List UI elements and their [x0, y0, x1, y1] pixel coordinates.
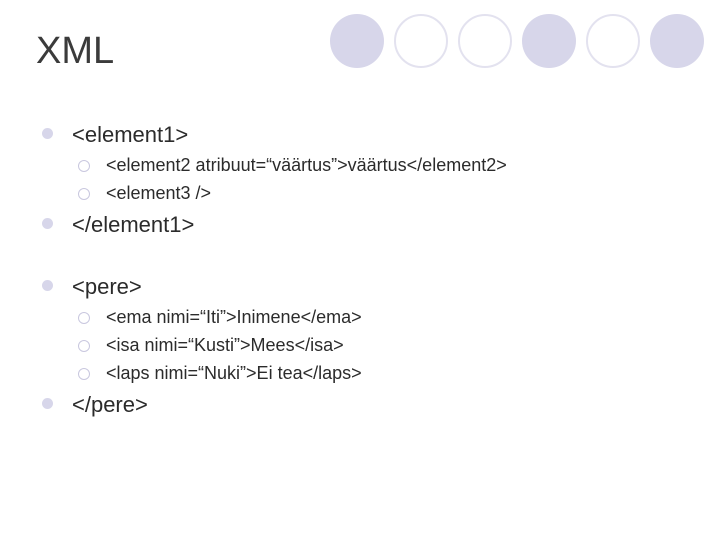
circle-icon: [394, 14, 448, 68]
list-item: </element1>: [42, 208, 507, 242]
list-item: <element1> <element2 atribuut=“väärtus”>…: [42, 118, 507, 208]
circle-icon: [330, 14, 384, 68]
circle-icon: [586, 14, 640, 68]
code-text: <element3 />: [106, 183, 211, 203]
code-text: </element1>: [72, 212, 194, 237]
circle-icon: [650, 14, 704, 68]
list-item: <element3 />: [78, 180, 507, 208]
code-text: <isa nimi=“Kusti”>Mees</isa>: [106, 335, 344, 355]
list-item: <element2 atribuut=“väärtus”>väärtus</el…: [78, 152, 507, 180]
slide-content: <element1> <element2 atribuut=“väärtus”>…: [42, 118, 507, 422]
slide-title: XML: [36, 30, 114, 73]
code-text: <element1>: [72, 122, 188, 147]
list-item: <laps nimi=“Nuki”>Ei tea</laps>: [78, 360, 507, 388]
code-text: <ema nimi=“Iti”>Inimene</ema>: [106, 307, 362, 327]
code-text: <laps nimi=“Nuki”>Ei tea</laps>: [106, 363, 362, 383]
circle-icon: [458, 14, 512, 68]
list-item: <isa nimi=“Kusti”>Mees</isa>: [78, 332, 507, 360]
list-item: <pere> <ema nimi=“Iti”>Inimene</ema> <is…: [42, 270, 507, 388]
code-text: <pere>: [72, 274, 142, 299]
decorative-circles: [330, 14, 704, 68]
code-text: <element2 atribuut=“väärtus”>väärtus</el…: [106, 155, 507, 175]
list-item: </pere>: [42, 388, 507, 422]
code-text: </pere>: [72, 392, 148, 417]
circle-icon: [522, 14, 576, 68]
list-item: <ema nimi=“Iti”>Inimene</ema>: [78, 304, 507, 332]
